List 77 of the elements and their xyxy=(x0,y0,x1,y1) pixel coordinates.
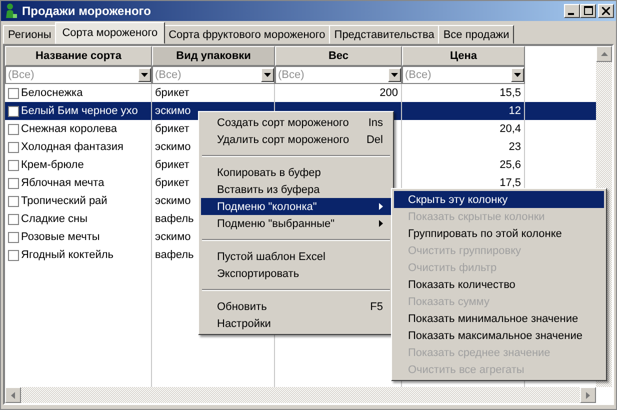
menu-item[interactable]: Копировать в буфер xyxy=(201,164,391,181)
left-arrow-icon xyxy=(11,392,15,398)
column-header[interactable]: Цена xyxy=(402,46,525,66)
row-checkbox[interactable] xyxy=(8,160,19,170)
table-cell: Белый Бим черное ухо xyxy=(21,105,138,117)
table-cell: вафель xyxy=(155,249,194,261)
table-cell: Снежная королева xyxy=(21,123,117,135)
row-checkbox[interactable] xyxy=(8,142,19,152)
table-cell: 25,6 xyxy=(500,159,521,171)
menu-item[interactable]: Показать количество xyxy=(394,276,604,293)
table-cell: Розовые мечты xyxy=(21,231,100,243)
row-checkbox[interactable] xyxy=(8,106,19,116)
table-cell: Холодная фантазия xyxy=(21,141,124,153)
menu-item[interactable]: Подменю "выбранные" xyxy=(201,215,391,232)
menu-item[interactable]: Экспортировать xyxy=(201,265,391,282)
minimize-button[interactable] xyxy=(564,4,580,18)
table-cell: 12 xyxy=(508,105,521,117)
table-cell: брикет xyxy=(155,177,190,189)
table-cell: брикет xyxy=(155,123,190,135)
menu-item[interactable]: Удалить сорт мороженого Del xyxy=(201,131,391,148)
tab[interactable]: Все продажи xyxy=(438,25,514,44)
menu-item[interactable]: Создать сорт мороженого Ins xyxy=(201,114,391,131)
dropdown-arrow-icon xyxy=(391,73,398,77)
table-cell: эскимо xyxy=(155,141,191,153)
horizontal-scrollbar[interactable] xyxy=(5,387,596,403)
row-checkbox[interactable] xyxy=(8,88,19,98)
table-cell: Ягодный коктейль xyxy=(21,249,114,261)
menu-item[interactable]: Показать максимальное значение xyxy=(394,327,604,344)
close-button[interactable] xyxy=(598,4,614,18)
table-cell: эскимо xyxy=(155,195,191,207)
menu-item[interactable]: Скрыть эту колонку xyxy=(394,191,604,208)
column-header[interactable]: Название сорта xyxy=(5,46,152,66)
dropdown-arrow-icon xyxy=(514,73,521,77)
table-cell: Белоснежка xyxy=(21,87,83,99)
table-cell: вафель xyxy=(155,213,194,225)
table-cell: Сладкие сны xyxy=(21,213,88,225)
row-checkbox[interactable] xyxy=(8,214,19,224)
tab[interactable]: Сорта мороженого xyxy=(55,22,165,44)
window-title: Продажи мороженого xyxy=(22,4,152,18)
dropdown-arrow-icon xyxy=(141,73,148,77)
menu-item[interactable]: Группировать по этой колонке xyxy=(394,225,604,242)
menu-item[interactable]: Пустой шаблон Excel xyxy=(201,248,391,265)
maximize-button[interactable] xyxy=(580,4,596,18)
table-cell: Тропический рай xyxy=(21,195,108,207)
table-cell: 23 xyxy=(508,141,521,153)
row-checkbox[interactable] xyxy=(8,178,19,188)
menu-item[interactable]: Вставить из буфера xyxy=(201,181,391,198)
table-cell: 15,5 xyxy=(500,87,521,99)
table-cell: эскимо xyxy=(155,105,191,117)
table-cell: брикет xyxy=(155,87,190,99)
table-cell: эскимо xyxy=(155,231,191,243)
table-cell: 20,4 xyxy=(500,123,521,135)
up-arrow-icon xyxy=(600,52,608,56)
close-icon xyxy=(602,7,610,15)
menu-item[interactable]: Обновить F5 xyxy=(201,298,391,315)
table-cell: Яблочная мечта xyxy=(21,177,104,189)
column-header[interactable]: Вес xyxy=(275,46,402,66)
row-checkbox[interactable] xyxy=(8,196,19,206)
table-cell: брикет xyxy=(155,159,190,171)
dropdown-arrow-icon xyxy=(264,73,271,77)
table-cell: 200 xyxy=(380,87,398,99)
menu-item[interactable]: Подменю "колонка" xyxy=(201,198,391,215)
figure-icon xyxy=(4,3,18,19)
table-cell: 17,5 xyxy=(500,177,521,189)
right-arrow-icon xyxy=(586,392,590,398)
table-cell: Крем-брюле xyxy=(21,159,84,171)
tab[interactable]: Представительства xyxy=(329,25,440,44)
submenu-arrow-icon xyxy=(379,220,383,227)
tab[interactable]: Регионы xyxy=(3,25,56,44)
row-checkbox[interactable] xyxy=(8,250,19,260)
submenu-arrow-icon xyxy=(379,203,383,210)
menu-item[interactable]: Показать минимальное значение xyxy=(394,310,604,327)
row-checkbox[interactable] xyxy=(8,124,19,134)
row-checkbox[interactable] xyxy=(8,232,19,242)
column-header[interactable]: Вид упаковки xyxy=(152,46,275,66)
maximize-icon xyxy=(584,6,592,15)
menu-item[interactable]: Настройки xyxy=(201,315,391,332)
